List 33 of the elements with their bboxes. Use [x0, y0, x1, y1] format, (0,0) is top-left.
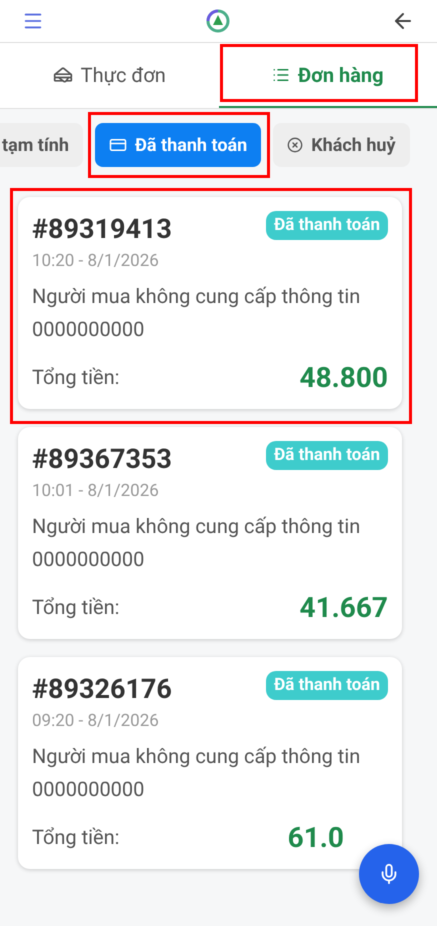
order-card[interactable]: #89319413 Đã thanh toán 10:20 - 8/1/2026 Người mua không cung cấp thông tin 0000000000 Tổng tiền: 48.800: [18, 197, 402, 409]
filter-chip[interactable]: tạm tính: [0, 123, 83, 167]
buyer-name: Người mua không cung cấp thông tin: [32, 284, 362, 309]
order-number: #89319413: [32, 213, 172, 247]
order-time: 09:20 - 8/1/2026: [32, 710, 160, 732]
buyer-name: Người mua không cung cấp thông tin: [32, 514, 362, 539]
buyer-phone: 0000000000: [32, 547, 146, 572]
filter-chip[interactable]: Khách huỷ: [273, 123, 410, 167]
buyer-phone: 0000000000: [32, 317, 146, 342]
total-amount: 61.0: [288, 820, 344, 855]
order-card[interactable]: #89367353 Đã thanh toán 10:01 - 8/1/2026 Người mua không cung cấp thông tin 0000000000 Tổng tiền: 41.667: [18, 427, 402, 639]
logo-icon: [206, 9, 230, 33]
filter-chip[interactable]: Đã thanh toán: [94, 123, 262, 167]
total-label: Tổng tiền:: [32, 825, 120, 850]
buyer-name: Người mua không cung cấp thông tin: [32, 744, 362, 769]
order-time: 10:01 - 8/1/2026: [32, 480, 160, 502]
order-time: 10:20 - 8/1/2026: [32, 250, 160, 272]
status-badge: Đã thanh toán: [266, 211, 388, 240]
order-card[interactable]: #89326176 Đã thanh toán 09:20 - 8/1/2026 Người mua không cung cấp thông tin 0000000000 Tổng tiền: 61.0: [18, 657, 402, 869]
status-badge: Đã thanh toán: [266, 441, 388, 470]
tab[interactable]: Đơn hàng: [218, 43, 437, 108]
order-number: #89367353: [32, 443, 172, 477]
total-label: Tổng tiền:: [32, 595, 120, 620]
total-amount: 41.667: [300, 590, 388, 625]
microphone-button[interactable]: [359, 844, 419, 904]
cancel-icon: [287, 137, 304, 153]
total-amount: 48.800: [300, 360, 388, 395]
order-number: #89326176: [32, 673, 172, 707]
card-icon: [108, 136, 127, 154]
status-badge: Đã thanh toán: [266, 671, 388, 700]
total-label: Tổng tiền:: [32, 365, 120, 390]
buyer-phone: 0000000000: [32, 777, 146, 802]
tab[interactable]: Thực đơn: [0, 43, 218, 108]
